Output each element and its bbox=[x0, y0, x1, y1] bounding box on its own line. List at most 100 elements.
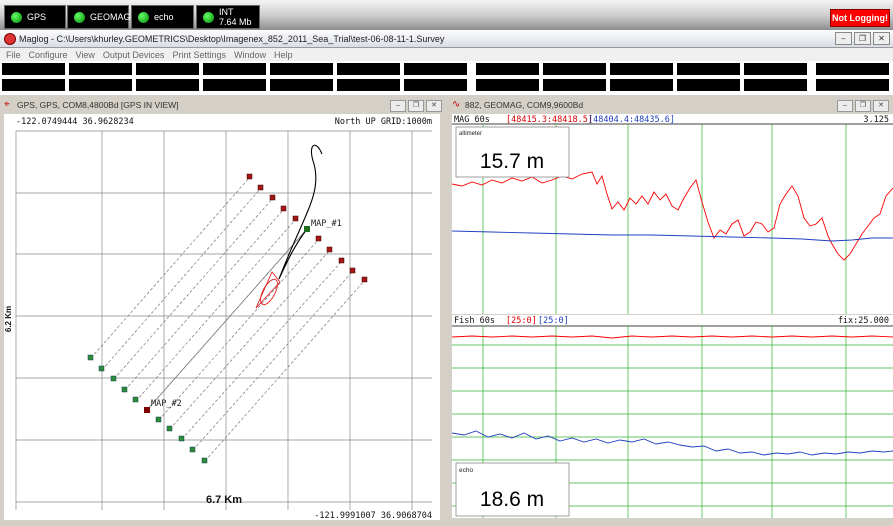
menu-file[interactable]: File bbox=[6, 50, 21, 60]
start-point[interactable] bbox=[178, 435, 185, 442]
display-cell bbox=[677, 63, 740, 75]
vessel-track bbox=[278, 144, 323, 280]
menu-bar: File Configure View Output Devices Print… bbox=[0, 48, 893, 61]
geomag-maximize-button[interactable]: ❐ bbox=[855, 100, 871, 112]
waveform-icon: ∿ bbox=[452, 99, 461, 110]
display-cell bbox=[136, 79, 199, 91]
grid-info: North UP GRID:1000m bbox=[335, 117, 432, 127]
display-cell bbox=[476, 79, 539, 91]
end-point[interactable] bbox=[246, 173, 253, 180]
display-cell bbox=[744, 63, 807, 75]
end-point[interactable] bbox=[326, 246, 333, 253]
map-marker-1-icon[interactable] bbox=[304, 226, 310, 232]
altimeter-value: 15.7 m bbox=[480, 150, 544, 173]
menu-help[interactable]: Help bbox=[274, 50, 293, 60]
display-cell bbox=[543, 63, 606, 75]
end-point[interactable] bbox=[257, 184, 264, 191]
start-point[interactable] bbox=[98, 365, 105, 372]
start-point[interactable] bbox=[87, 354, 94, 361]
end-point[interactable] bbox=[315, 235, 322, 242]
gps-close-button[interactable]: ✕ bbox=[426, 100, 442, 112]
track-baseline bbox=[146, 228, 308, 411]
gps-maximize-button[interactable]: ❐ bbox=[408, 100, 424, 112]
status-int-label: INT bbox=[219, 7, 234, 17]
crosshair-icon: ⌖ bbox=[4, 99, 10, 110]
mag-right-value: 3.125 bbox=[863, 115, 889, 125]
menu-view[interactable]: View bbox=[76, 50, 95, 60]
status-geomag[interactable]: GEOMAG bbox=[67, 5, 131, 29]
maximize-button[interactable]: ❐ bbox=[854, 32, 871, 45]
status-int[interactable]: INT 7.64 Mb bbox=[196, 5, 260, 29]
gps-map[interactable]: MAP_#1 MAP_#2 -122.0749444 36.9628234 No… bbox=[4, 114, 440, 520]
logging-status-button[interactable]: Not Logging! bbox=[830, 9, 890, 27]
display-cell bbox=[337, 63, 400, 75]
geomag-close-button[interactable]: ✕ bbox=[873, 100, 889, 112]
close-button[interactable]: ✕ bbox=[873, 32, 890, 45]
display-cell bbox=[2, 63, 65, 75]
window-titlebar: Maglog - C:\Users\khurley.GEOMETRICS\Des… bbox=[0, 30, 893, 48]
top-left-coord: -122.0749444 36.9628234 bbox=[16, 117, 134, 127]
display-cell bbox=[270, 79, 333, 91]
start-point[interactable] bbox=[132, 396, 139, 403]
start-point[interactable] bbox=[110, 375, 117, 382]
display-cell bbox=[816, 63, 889, 75]
end-point[interactable] bbox=[349, 267, 356, 274]
start-point[interactable] bbox=[166, 425, 173, 432]
x-scale-label: 6.7 Km bbox=[206, 494, 242, 506]
start-point[interactable] bbox=[201, 457, 208, 464]
display-cell bbox=[270, 63, 333, 75]
end-point[interactable] bbox=[338, 257, 345, 264]
gps-minimize-button[interactable]: – bbox=[390, 100, 406, 112]
gps-status-led-icon bbox=[11, 11, 22, 23]
altimeter-label: altimeter bbox=[459, 131, 482, 137]
start-point[interactable] bbox=[121, 386, 128, 393]
fish-series-2 bbox=[452, 430, 893, 456]
display-cell bbox=[203, 63, 266, 75]
fish-chart[interactable]: Fish 60s [25:0] [25:0] fix:25.000 echo 1… bbox=[452, 315, 893, 518]
end-point[interactable] bbox=[280, 205, 287, 212]
status-int-text: INT 7.64 Mb bbox=[219, 7, 252, 27]
map-marker-2-icon[interactable] bbox=[144, 407, 150, 413]
gps-pane: ⌖ GPS, GPS, COM8,4800Bd [GPS IN VIEW] – … bbox=[0, 97, 446, 526]
status-bar: GPS GEOMAG echo INT 7.64 Mb Not Logging! bbox=[0, 0, 893, 30]
display-cell bbox=[337, 79, 400, 91]
status-gps[interactable]: GPS bbox=[4, 5, 66, 29]
menu-window[interactable]: Window bbox=[234, 50, 266, 60]
display-cell bbox=[404, 63, 467, 75]
start-point[interactable] bbox=[155, 416, 162, 423]
gps-pane-title: GPS, GPS, COM8,4800Bd [GPS IN VIEW] bbox=[17, 100, 179, 110]
mag-range-1: [48415.3:48418.5] bbox=[506, 115, 593, 125]
geomag-pane: ∿ 882, GEOMAG, COM9,9600Bd – ❐ ✕ MAG 60s… bbox=[448, 97, 893, 526]
window-title: Maglog - C:\Users\khurley.GEOMETRICS\Des… bbox=[19, 33, 445, 44]
menu-output-devices[interactable]: Output Devices bbox=[103, 50, 165, 60]
end-point[interactable] bbox=[269, 194, 276, 201]
y-scale-label: 6.2 Km bbox=[4, 306, 13, 332]
start-point[interactable] bbox=[189, 446, 196, 453]
display-cell bbox=[610, 79, 673, 91]
display-cell bbox=[744, 79, 807, 91]
mag-series-1 bbox=[452, 171, 893, 261]
display-cell bbox=[677, 79, 740, 91]
end-point[interactable] bbox=[361, 276, 368, 283]
echo-label: echo bbox=[459, 467, 473, 474]
status-echo-label: echo bbox=[154, 12, 174, 22]
geomag-pane-header: ∿ 882, GEOMAG, COM9,9600Bd – ❐ ✕ bbox=[448, 97, 893, 113]
display-cell bbox=[543, 79, 606, 91]
mag-chart[interactable]: MAG 60s [48415.3:48418.5] [48404.4:48435… bbox=[452, 114, 893, 314]
echo-value: 18.6 m bbox=[480, 488, 544, 511]
geomag-status-led-icon bbox=[74, 11, 85, 23]
end-point[interactable] bbox=[292, 215, 299, 222]
geomag-minimize-button[interactable]: – bbox=[837, 100, 853, 112]
minimize-button[interactable]: – bbox=[835, 32, 852, 45]
display-cell bbox=[476, 63, 539, 75]
fish-series-1 bbox=[452, 335, 893, 339]
int-status-led-icon bbox=[203, 11, 214, 23]
display-strip bbox=[0, 61, 893, 95]
display-cell bbox=[610, 63, 673, 75]
status-echo[interactable]: echo bbox=[131, 5, 194, 29]
menu-print-settings[interactable]: Print Settings bbox=[172, 50, 226, 60]
fish-range-2: [25:0] bbox=[538, 316, 569, 326]
mag-range-2: [48404.4:48435.6] bbox=[588, 115, 675, 125]
display-cell bbox=[69, 79, 132, 91]
menu-configure[interactable]: Configure bbox=[29, 50, 68, 60]
